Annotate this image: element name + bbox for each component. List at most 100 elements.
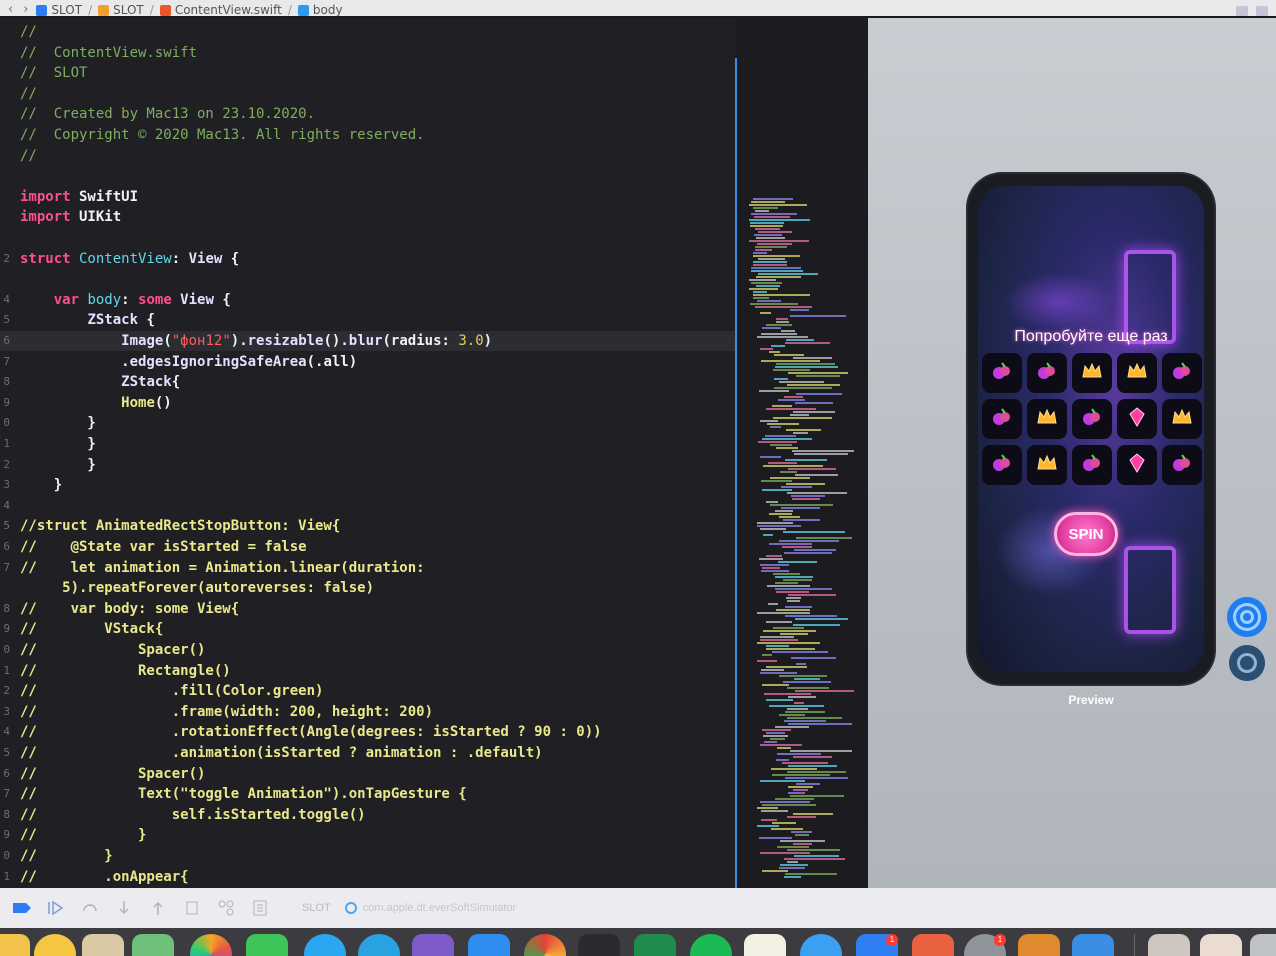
code-line[interactable]: 5).repeatForever(autoreverses: false) — [0, 578, 736, 598]
appstore-icon[interactable]: 1 — [856, 934, 898, 956]
device-screen[interactable]: Попробуйте еще раз SPIN — [978, 186, 1204, 672]
breadcrumb-project[interactable]: SLOT — [36, 4, 82, 16]
code-line[interactable]: 3 // .frame(width: 200, height: 200) — [0, 702, 736, 722]
code-line[interactable]: // Copyright © 2020 Mac13. All rights re… — [0, 125, 736, 145]
back-arrow-icon[interactable]: ‹ — [8, 3, 13, 16]
launchpad-icon[interactable] — [34, 934, 76, 956]
notes-icon[interactable] — [744, 934, 786, 956]
related-items-icon[interactable] — [1236, 6, 1248, 16]
chrome-icon[interactable] — [524, 934, 566, 956]
minimap-line — [775, 582, 798, 584]
code-line[interactable]: 9 // } — [0, 825, 736, 845]
system-preferences-icon[interactable]: 1 — [964, 934, 1006, 956]
minimap-line — [771, 828, 803, 830]
code-line[interactable] — [0, 269, 736, 289]
code-editor[interactable]: // // ContentView.swift // SLOT // // Create… — [0, 18, 736, 888]
minimap-line — [779, 675, 827, 677]
xcode-icon[interactable] — [468, 934, 510, 956]
minimap-line — [775, 366, 838, 368]
contacts-icon[interactable] — [82, 934, 124, 956]
code-text: // .rotationEffect(Angle(degrees: isStar… — [20, 722, 602, 742]
code-token: struct — [20, 250, 71, 267]
code-line[interactable]: 8 ZStack{ — [0, 372, 736, 392]
breakpoints-icon[interactable] — [10, 896, 34, 920]
finder-partial-icon[interactable] — [0, 934, 30, 956]
code-line[interactable]: 4 — [0, 496, 736, 516]
minimap-line — [753, 198, 793, 200]
code-line[interactable]: 0 } — [0, 413, 736, 433]
code-line[interactable]: // — [0, 146, 736, 166]
device-settings-icon[interactable] — [1229, 645, 1265, 681]
code-line[interactable]: 1 // .onAppear{ — [0, 867, 736, 887]
code-line[interactable]: 0 // Spacer() — [0, 640, 736, 660]
continue-icon[interactable] — [44, 896, 68, 920]
sketch-icon[interactable] — [912, 934, 954, 956]
code-line[interactable]: // ContentView.swift — [0, 43, 736, 63]
terminal-icon[interactable] — [1018, 934, 1060, 956]
code-line[interactable] — [0, 228, 736, 248]
forward-arrow-icon[interactable]: › — [23, 3, 28, 16]
facetime-icon[interactable] — [246, 934, 288, 956]
code-line[interactable]: 3 } — [0, 475, 736, 495]
code-line[interactable]: 0 // } — [0, 846, 736, 866]
code-line[interactable]: 7 // let animation = Animation.linear(dur… — [0, 558, 736, 578]
step-into-icon[interactable] — [112, 896, 136, 920]
code-line[interactable]: 5 // .animation(isStarted ? animation : .… — [0, 743, 736, 763]
excel-icon[interactable] — [634, 934, 676, 956]
appletv-icon[interactable] — [578, 934, 620, 956]
code-line[interactable]: // — [0, 84, 736, 104]
code-line[interactable]: 5 ZStack { — [0, 310, 736, 330]
spin-button[interactable]: SPIN — [1054, 512, 1118, 556]
code-line[interactable]: 4 // .rotationEffect(Angle(degrees: isSta… — [0, 722, 736, 742]
slot-cell — [1117, 353, 1157, 393]
canvas-options-icon[interactable] — [1256, 6, 1268, 16]
trash-icon[interactable] — [1250, 934, 1276, 956]
fruit-icon — [990, 405, 1014, 433]
safari-icon[interactable] — [800, 934, 842, 956]
simulator-icon[interactable] — [1072, 934, 1114, 956]
code-line[interactable]: 2 } — [0, 455, 736, 475]
photos-icon[interactable] — [190, 934, 232, 956]
code-line[interactable]: 9 Home() — [0, 393, 736, 413]
code-line[interactable]: 2 struct ContentView: View { — [0, 249, 736, 269]
code-line[interactable] — [0, 166, 736, 186]
code-line[interactable]: // SLOT — [0, 63, 736, 83]
editor-divider[interactable] — [735, 58, 737, 888]
view-debugger-icon[interactable] — [180, 896, 204, 920]
documents-stack-icon[interactable] — [1200, 934, 1242, 956]
code-line[interactable]: 1 // Rectangle() — [0, 661, 736, 681]
memory-graph-icon[interactable] — [214, 896, 238, 920]
code-line[interactable]: 5 //struct AnimatedRectStopButton: View{ — [0, 516, 736, 536]
code-line[interactable]: 8 // self.isStarted.toggle() — [0, 805, 736, 825]
code-line[interactable]: 6 Image("фон12").resizable().blur(radius… — [0, 331, 736, 351]
breadcrumb-symbol[interactable]: body — [297, 4, 343, 16]
code-line[interactable]: // — [0, 22, 736, 42]
spotify-icon[interactable] — [690, 934, 732, 956]
environment-overrides-icon[interactable] — [248, 896, 272, 920]
step-out-icon[interactable] — [146, 896, 170, 920]
code-line[interactable]: 8 // var body: some View{ — [0, 599, 736, 619]
messages-icon[interactable] — [304, 934, 346, 956]
downloads-stack-icon[interactable] — [1148, 934, 1190, 956]
code-line[interactable]: 7 // Text("toggle Animation").onTapGestur… — [0, 784, 736, 804]
live-preview-icon[interactable] — [1227, 597, 1267, 637]
code-line[interactable]: 6 // @State var isStarted = false — [0, 537, 736, 557]
maps-icon[interactable] — [132, 934, 174, 956]
viber-icon[interactable] — [412, 934, 454, 956]
breadcrumb-folder[interactable]: SLOT — [98, 4, 144, 16]
code-line[interactable]: 6 // Spacer() — [0, 764, 736, 784]
step-over-icon[interactable] — [78, 896, 102, 920]
code-line[interactable]: 9 // VStack{ — [0, 619, 736, 639]
code-line[interactable]: import SwiftUI — [0, 187, 736, 207]
code-line[interactable]: import UIKit — [0, 207, 736, 227]
breadcrumb-file[interactable]: ContentView.swift — [159, 4, 282, 16]
code-line[interactable]: 1 } — [0, 434, 736, 454]
code-line[interactable]: 2 // .fill(Color.green) — [0, 681, 736, 701]
minimap[interactable] — [737, 18, 868, 888]
minimap-line — [761, 360, 820, 362]
code-line[interactable]: // Created by Mac13 on 23.10.2020. — [0, 104, 736, 124]
code-line[interactable]: 4 var body: some View { — [0, 290, 736, 310]
minimap-line — [770, 738, 785, 740]
telegram-icon[interactable] — [358, 934, 400, 956]
code-line[interactable]: 7 .edgesIgnoringSafeArea(.all) — [0, 352, 736, 372]
